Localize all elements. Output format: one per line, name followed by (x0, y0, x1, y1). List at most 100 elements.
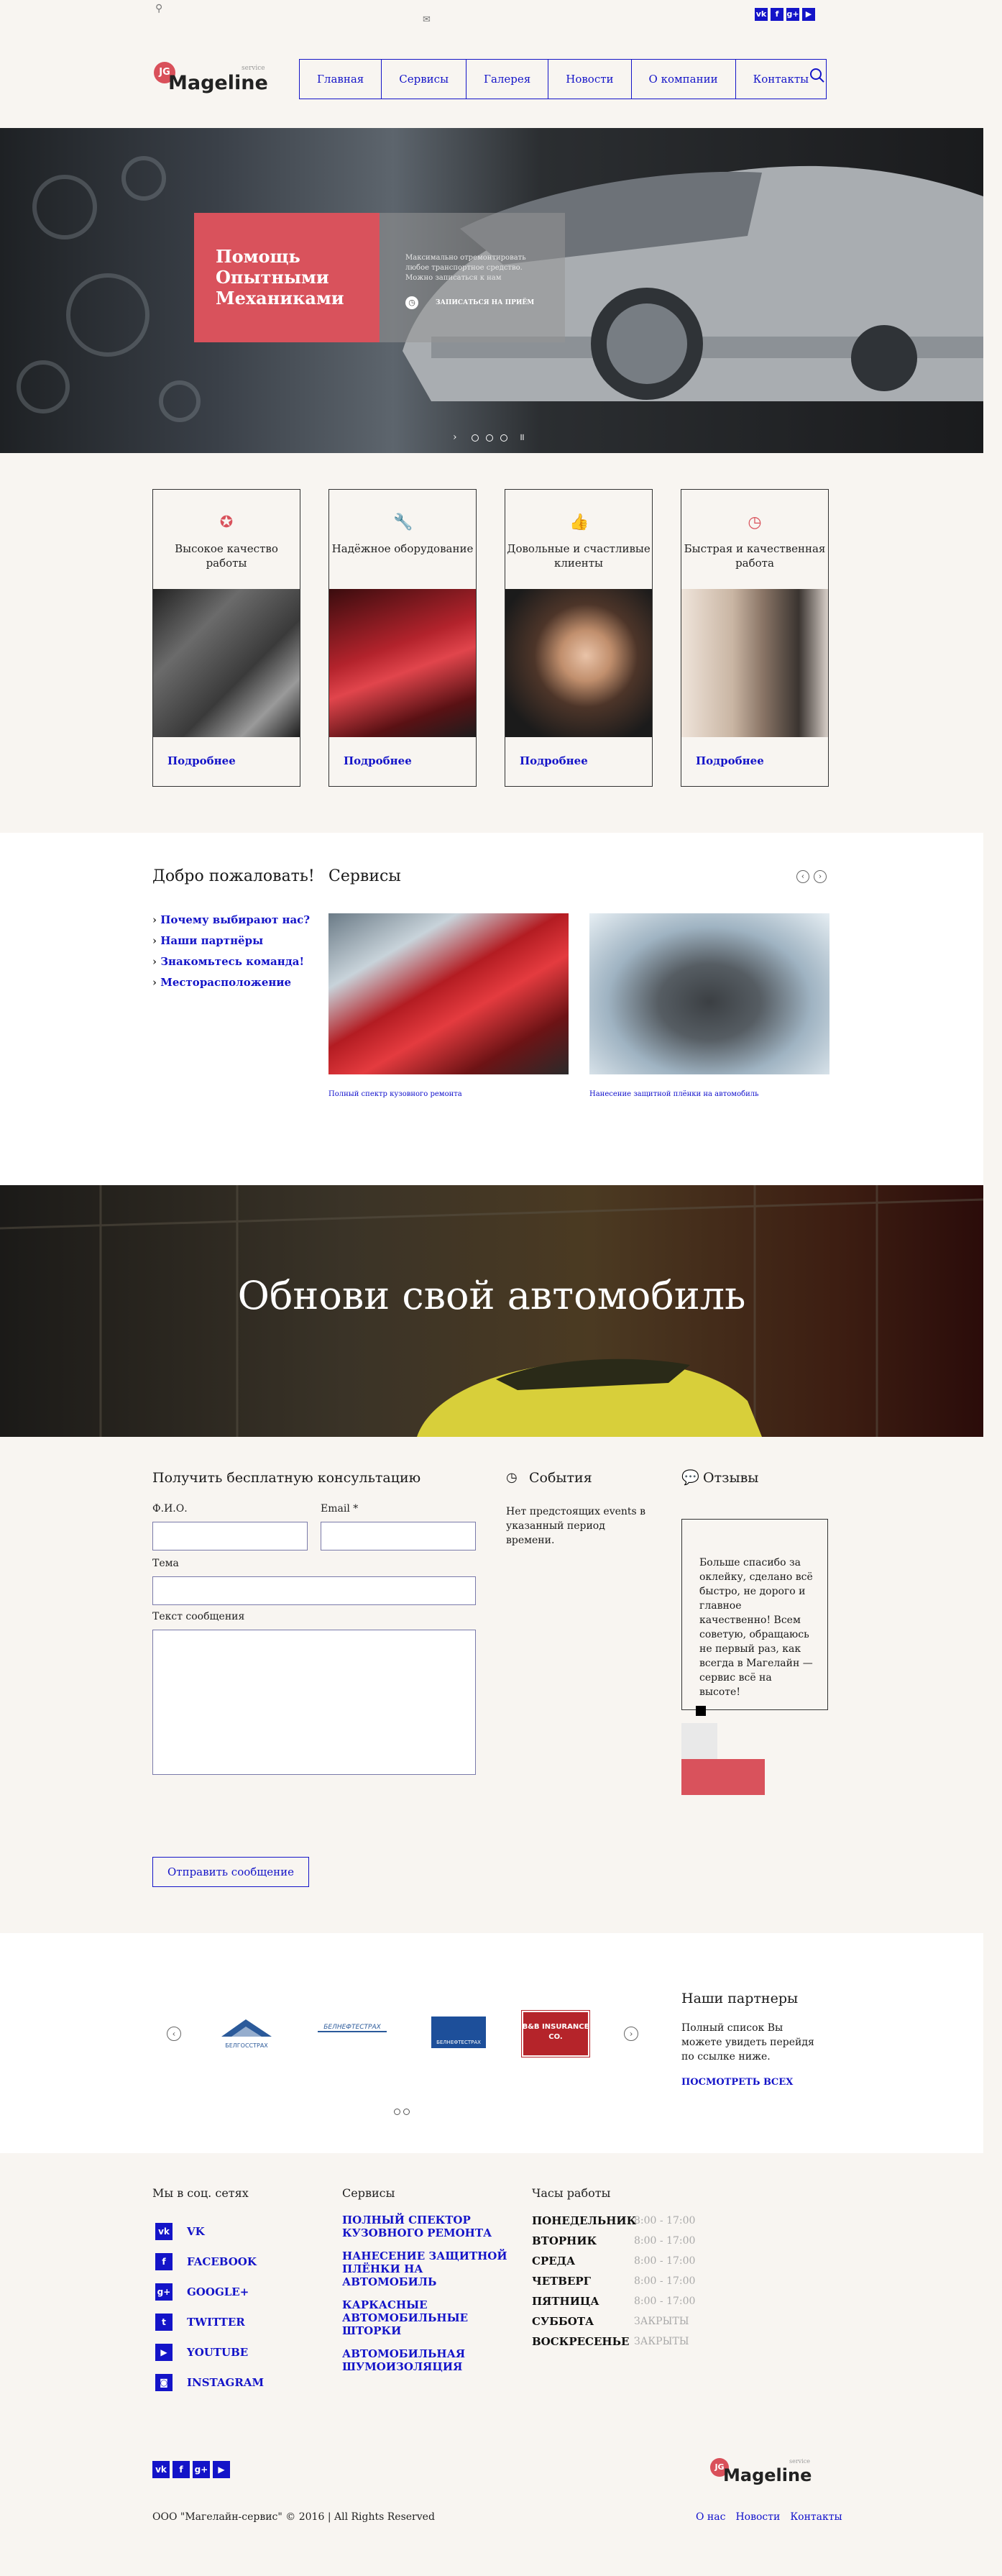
service-photo-suv[interactable] (589, 913, 829, 1074)
service-caption[interactable]: Нанесение защитной плёнки на автомобиль (589, 1090, 759, 1098)
footer-link-contacts[interactable]: Контакты (790, 2511, 842, 2523)
welcome-list: › Почему выбирают нас? › Наши партнёры ›… (152, 913, 310, 997)
feature-photo-engine (153, 589, 300, 737)
welcome-section: Добро пожаловать! › Почему выбирают нас?… (0, 833, 983, 1185)
footer-social-list: vk VK f FACEBOOK g+ GOOGLE+ t TWITTER ▶ YOUTU… (155, 2216, 264, 2398)
feature-more-link[interactable]: Подробнее (344, 754, 412, 767)
slider-dot[interactable] (403, 2109, 410, 2115)
footer-link-news[interactable]: Новости (735, 2511, 780, 2523)
facebook-icon[interactable]: f (771, 8, 783, 21)
service-caption[interactable]: Полный спектр кузовного ремонта (328, 1090, 462, 1098)
partners-prev-icon[interactable]: ‹ (167, 2027, 181, 2041)
feature-more-link[interactable]: Подробнее (696, 754, 764, 767)
welcome-title: Добро пожаловать! (152, 867, 315, 885)
welcome-item[interactable]: › Наши партнёры (152, 934, 310, 947)
subject-field[interactable] (152, 1576, 476, 1605)
nav-item-about[interactable]: О компании (632, 60, 736, 99)
slider-dot[interactable] (472, 434, 479, 442)
top-social: vk f g+ ▶ (752, 6, 815, 21)
slider-dots (472, 434, 507, 442)
feature-more-link[interactable]: Подробнее (167, 754, 236, 767)
slider-dot[interactable] (394, 2109, 400, 2115)
search-icon[interactable] (808, 66, 827, 85)
welcome-item[interactable]: › Почему выбирают нас? (152, 913, 310, 926)
slider-dot[interactable] (486, 434, 493, 442)
footer-social-item[interactable]: vk VK (155, 2216, 264, 2247)
footer-service-link[interactable]: КАРКАСНЫЕ АВТОМОБИЛЬНЫЕ ШТОРКИ (342, 2298, 515, 2337)
service-photo-crashed-car[interactable] (328, 913, 569, 1074)
footer-social-item[interactable]: t TWITTER (155, 2307, 264, 2337)
footer-link-about[interactable]: О нас (696, 2511, 725, 2523)
hours-day: ЧЕТВЕРГ (532, 2275, 592, 2288)
fio-field[interactable] (152, 1522, 308, 1550)
footer-social-item[interactable]: ▶ YOUTUBE (155, 2337, 264, 2367)
footer-social-label: GOOGLE+ (187, 2285, 249, 2298)
partner-logo[interactable]: БЕЛНЕФТЕСТРАХ (315, 2006, 388, 2060)
facebook-icon[interactable]: f (173, 2461, 190, 2478)
banner-title: Обнови свой автомобиль (237, 1273, 746, 1318)
footer-service-link[interactable]: ПОЛНЫЙ СПЕКТОР КУЗОВНОГО РЕМОНТА (342, 2214, 515, 2239)
partners-all-link[interactable]: ПОСМОТРЕТЬ ВСЕХ (681, 2077, 793, 2088)
partner-logo[interactable]: B&B INSURANCE CO. (519, 2006, 592, 2060)
feature-more-link[interactable]: Подробнее (520, 754, 588, 767)
slider-dot[interactable] (500, 434, 507, 442)
hours-time: 8:00 - 17:00 (634, 2275, 696, 2287)
partner-logo-text: БЕЛНЕФТЕСТРАХ (436, 2040, 481, 2045)
nav-item-services[interactable]: Сервисы (382, 60, 467, 99)
youtube-icon[interactable]: ▶ (213, 2461, 230, 2478)
top-bar: ⚲ ✉ vk f g+ ▶ (0, 0, 983, 35)
hours-time: 8:00 - 17:00 (634, 2215, 696, 2226)
events-title: События (529, 1470, 592, 1486)
google-plus-icon[interactable]: g+ (786, 8, 799, 21)
slider-next-icon[interactable]: › (453, 431, 457, 443)
slider-pause-icon[interactable]: ॥ (519, 430, 525, 443)
email-field[interactable] (321, 1522, 476, 1550)
welcome-item[interactable]: › Знакомьтесь команда! (152, 955, 310, 968)
review-box: Больше спасибо за оклейку, сделано всё б… (681, 1519, 828, 1710)
footer-logo[interactable]: JG Mageline service (709, 2454, 831, 2485)
feature-title: Высокое качество работы (175, 542, 278, 570)
hours-time: ЗАКРЫТЫ (634, 2316, 689, 2327)
hero-cta[interactable]: ЗАПИСАТЬСЯ НА ПРИЁМ (436, 299, 534, 306)
vk-icon[interactable]: vk (152, 2461, 170, 2478)
footer-hours-title: Часы работы (532, 2186, 611, 2200)
hours-day: СУББОТА (532, 2315, 594, 2328)
services-title: Сервисы (328, 867, 401, 885)
wrench-icon: 🔧 (393, 513, 413, 531)
message-textarea[interactable] (152, 1630, 476, 1775)
footer-service-link[interactable]: НАНЕСЕНИЕ ЗАЩИТНОЙ ПЛЁНКИ НА АВТОМОБИЛЬ (342, 2250, 515, 2288)
nav-item-news[interactable]: Новости (548, 60, 632, 99)
site-logo[interactable]: JG Mageline service (152, 60, 289, 96)
logo-sup: service (789, 2458, 810, 2465)
reviewer-name-block (681, 1759, 765, 1795)
footer-service-link[interactable]: АВТОМОБИЛЬНАЯ ШУМОИЗОЛЯЦИЯ (342, 2347, 515, 2373)
vk-icon[interactable]: vk (755, 8, 768, 21)
carousel-prev-icon[interactable]: ‹ (796, 870, 809, 883)
submit-button[interactable]: Отправить сообщение (152, 1857, 309, 1887)
partner-logo[interactable]: БЕЛГОССТРАХ (210, 2006, 283, 2060)
facebook-icon: f (155, 2253, 173, 2270)
events-empty-text: Нет предстоящих events в указанный перио… (506, 1506, 646, 1546)
footer-social-item[interactable]: f FACEBOOK (155, 2247, 264, 2277)
partner-logo[interactable]: БЕЛНЕФТЕСТРАХ (421, 2006, 495, 2060)
welcome-item[interactable]: › Месторасположение (152, 976, 310, 989)
footer-hours-table: ПОНЕДЕЛЬНИК 8:00 - 17:00 ВТОРНИК 8:00 - 17… (532, 2211, 704, 2352)
hours-row: СРЕДА 8:00 - 17:00 (532, 2251, 704, 2271)
youtube-icon[interactable]: ▶ (802, 8, 815, 21)
hours-day: ВТОРНИК (532, 2234, 597, 2247)
nav-item-gallery[interactable]: Галерея (466, 60, 549, 99)
hours-time: 8:00 - 17:00 (634, 2235, 696, 2247)
fio-label: Ф.И.О. (152, 1503, 188, 1515)
hero-info-box: Максимально отремонтировать любое трансп… (380, 213, 565, 342)
feature-title: Довольные и счастливые клиенты (507, 542, 651, 570)
google-plus-icon[interactable]: g+ (193, 2461, 210, 2478)
hero-title: Помощь Опытными Механиками (194, 213, 380, 342)
hours-day: СРЕДА (532, 2255, 576, 2267)
hours-time: ЗАКРЫТЫ (634, 2336, 689, 2347)
carousel-next-icon[interactable]: › (814, 870, 827, 883)
nav-item-home[interactable]: Главная (300, 60, 382, 99)
partners-next-icon[interactable]: › (624, 2027, 638, 2041)
footer-social-item[interactable]: ◙ INSTAGRAM (155, 2367, 264, 2398)
feature-photo-happy-client (505, 589, 652, 737)
footer-social-item[interactable]: g+ GOOGLE+ (155, 2277, 264, 2307)
